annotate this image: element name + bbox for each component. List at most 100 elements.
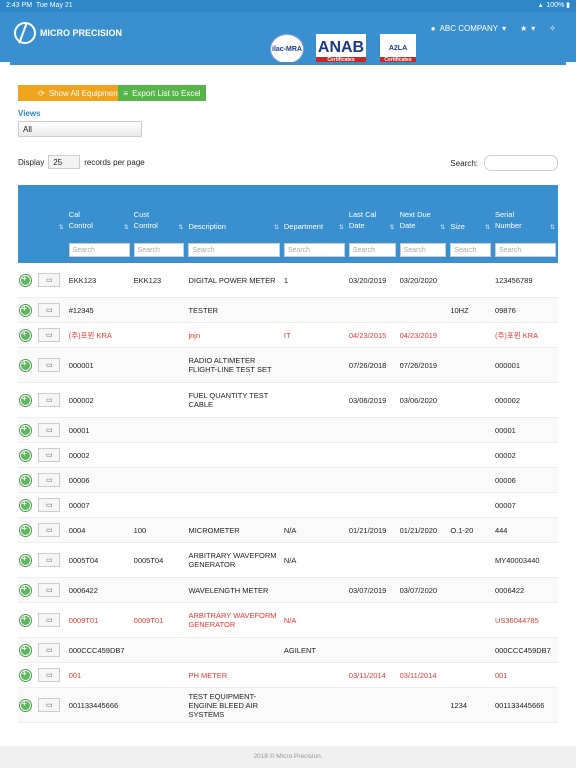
cell-cal: #12345 — [66, 297, 132, 323]
col-expand — [18, 185, 37, 237]
table-row[interactable]: ▭ 000002 FUEL QUANTITY TEST CABLE 03/06/201… — [18, 382, 558, 418]
cell-desc: PH METER — [186, 662, 282, 688]
cell-last — [346, 492, 398, 518]
cell-next: 01/21/2020 — [397, 517, 449, 543]
cell-cal: 000001 — [66, 347, 132, 383]
views-select[interactable]: All — [18, 121, 142, 137]
filter-size[interactable]: Search — [450, 243, 491, 257]
filter-department[interactable]: Search — [283, 243, 345, 257]
folder-open-icon[interactable]: ▭ — [38, 303, 61, 317]
filter-cust-control[interactable]: Search — [133, 243, 185, 257]
col-next-due-date[interactable]: Next Due Date ⇅ — [397, 185, 449, 237]
folder-open-icon[interactable]: ▭ — [38, 553, 61, 567]
table-row[interactable]: ▭ 00006 00006 — [18, 467, 558, 493]
user-icon: ● — [430, 24, 436, 33]
cell-next: 07/26/2019 — [397, 347, 449, 383]
filter-next-due-date[interactable]: Search — [399, 243, 447, 257]
expand-row-icon[interactable] — [20, 499, 31, 511]
table-row[interactable]: ▭0009T010009T01ARBITRARY WAVEFORM GENERA… — [18, 602, 558, 638]
expand-row-icon[interactable] — [20, 274, 31, 286]
expand-row-icon[interactable] — [20, 424, 31, 436]
equipment-table: ⇅ Cal Control ⇅ Cust Control ⇅ Description… — [18, 185, 558, 723]
table-row[interactable]: ▭ 00001 00001 — [18, 417, 558, 443]
expand-row-icon[interactable] — [20, 644, 31, 656]
folder-open-icon[interactable]: ▭ — [38, 698, 61, 712]
cell-size — [448, 417, 493, 443]
folder-open-icon[interactable]: ▭ — [38, 668, 61, 682]
search-input[interactable] — [484, 155, 558, 171]
search-label: Search: — [450, 158, 478, 168]
expand-row-icon[interactable] — [20, 699, 31, 711]
folder-open-icon[interactable]: ▭ — [38, 423, 61, 437]
filter-last-cal-date[interactable]: Search — [348, 243, 396, 257]
favorites-menu[interactable]: ★ ▾ — [520, 24, 535, 33]
cell-desc: TESTER — [186, 297, 282, 323]
cell-cal: 0009T01 — [66, 602, 132, 638]
folder-open-icon[interactable]: ▭ — [38, 643, 61, 657]
folder-open-icon[interactable]: ▭ — [38, 498, 61, 512]
cell-cal: EKK123 — [66, 263, 132, 298]
table-row[interactable]: ▭ #12345 TESTER 10HZ09876 — [18, 297, 558, 323]
folder-open-icon[interactable]: ▭ — [38, 358, 61, 372]
folder-open-icon[interactable]: ▭ — [38, 328, 61, 342]
filter-description[interactable]: Search — [188, 243, 280, 257]
expand-row-icon[interactable] — [20, 669, 31, 681]
lightbulb-icon[interactable]: ✧ — [549, 24, 556, 33]
cell-last — [346, 687, 398, 723]
display-label: Display — [18, 157, 45, 167]
expand-row-icon[interactable] — [20, 584, 31, 596]
brand-logo[interactable]: MICRO PRECISION — [14, 22, 122, 44]
sort-icon: ⇅ — [549, 225, 555, 231]
table-row[interactable]: ▭ 00002 00002 — [18, 442, 558, 468]
cell-last: 03/11/2014 — [346, 662, 398, 688]
table-row[interactable]: ▭ 000CCC459DB7 AGILENT 000CCC459DB7 — [18, 637, 558, 663]
folder-open-icon[interactable]: ▭ — [38, 393, 61, 407]
account-menu[interactable]: ● ABC COMPANY ▾ — [431, 24, 506, 33]
export-excel-button[interactable]: ≡ Export List to Excel — [118, 85, 206, 101]
expand-row-icon[interactable] — [20, 614, 31, 626]
col-last-cal-date[interactable]: Last Cal Date ⇅ — [346, 185, 398, 237]
expand-row-icon[interactable] — [20, 394, 31, 406]
table-row[interactable]: ▭ 0006422 WAVELENGTH METER 03/07/201903/07/… — [18, 577, 558, 603]
col-description[interactable]: Description ⇅ — [186, 185, 282, 237]
col-size[interactable]: Size ⇅ — [448, 185, 493, 237]
table-row[interactable]: ▭ 000001 RADIO ALTIMETER FLIGHT-LINE TEST … — [18, 347, 558, 383]
table-row[interactable]: ▭ 00007 00007 — [18, 492, 558, 518]
col-cal-control[interactable]: Cal Control ⇅ — [66, 185, 132, 237]
table-row[interactable]: ▭EKK123EKK123DIGITAL POWER METER103/20/2… — [18, 263, 558, 298]
folder-open-icon[interactable]: ▭ — [38, 583, 61, 597]
folder-open-icon[interactable]: ▭ — [38, 523, 61, 537]
folder-open-icon[interactable]: ▭ — [38, 613, 61, 627]
cell-cust — [131, 577, 187, 603]
page-length-select[interactable]: 25 — [48, 155, 81, 169]
table-row[interactable]: ▭ (주)포뮌 KRA jnjnIT04/23/201504/23/2019 (주)포… — [18, 322, 558, 348]
account-name: ABC COMPANY — [439, 24, 499, 33]
battery-icon: ▮ — [566, 2, 570, 9]
folder-open-icon[interactable]: ▭ — [38, 448, 61, 462]
table-row[interactable]: ▭ 0004100MICROMETERN/A01/21/201901/21/202… — [18, 517, 558, 543]
expand-row-icon[interactable] — [20, 524, 31, 536]
expand-row-icon[interactable] — [20, 554, 31, 566]
cell-last — [346, 297, 398, 323]
folder-open-icon[interactable]: ▭ — [38, 473, 61, 487]
col-department[interactable]: Department ⇅ — [281, 185, 347, 237]
table-row[interactable]: ▭ 001133445666 TEST EQUIPMENT- ENGINE BLEE… — [18, 687, 558, 723]
table-row[interactable]: ▭ 001 PH METER 03/11/201403/11/2014 001 — [18, 662, 558, 688]
table-filter-row: Search Search Search Search Search Searc… — [18, 237, 558, 263]
folder-open-icon[interactable]: ▭ — [38, 273, 61, 287]
col-serial-number[interactable]: Serial Number ⇅ — [492, 185, 558, 237]
cell-serial: 001 — [492, 662, 558, 688]
expand-row-icon[interactable] — [20, 304, 31, 316]
table-row[interactable]: ▭0005T040005T04ARBITRARY WAVEFORM GENERA… — [18, 542, 558, 578]
col-cust-control[interactable]: Cust Control ⇅ — [131, 185, 187, 237]
cert-ilac-label: ilac-MRA — [272, 45, 302, 53]
expand-row-icon[interactable] — [20, 329, 31, 341]
expand-row-icon[interactable] — [20, 359, 31, 371]
cell-serial: (주)포뮌 KRA — [492, 322, 558, 348]
col-folder[interactable]: ⇅ — [36, 185, 67, 237]
expand-row-icon[interactable] — [20, 474, 31, 486]
cell-size — [448, 492, 493, 518]
filter-serial-number[interactable]: Search — [494, 243, 556, 257]
expand-row-icon[interactable] — [20, 449, 31, 461]
filter-cal-control[interactable]: Search — [68, 243, 130, 257]
